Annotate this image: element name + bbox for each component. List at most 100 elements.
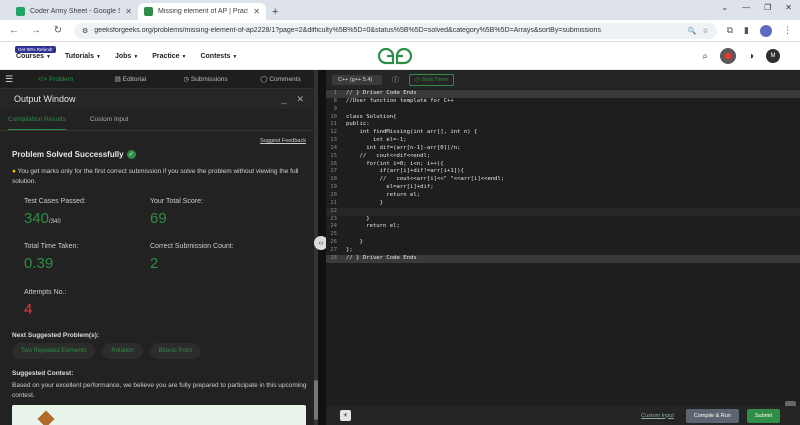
start-timer-button[interactable]: ◷ Start Timer — [409, 73, 455, 86]
close-icon[interactable]: ✕ — [296, 94, 304, 105]
code-line[interactable]: 28 // } Driver Code Ends — [326, 254, 800, 263]
suggest-feedback-link[interactable]: Suggest Feedback — [260, 138, 306, 144]
code-line[interactable]: 13 int el=-1; — [326, 137, 800, 145]
submit-button[interactable]: Submit — [746, 408, 780, 423]
toolbar-icons: ⧉ ▮ ⋮ — [727, 24, 792, 37]
code-line[interactable]: 20 return el; — [326, 192, 800, 200]
side-panel-icon[interactable]: ▮ — [744, 25, 749, 36]
code-line[interactable]: 12 int findMissing(int arr[], int n) { — [326, 129, 800, 137]
back-icon[interactable]: ← — [8, 25, 20, 36]
code-text: } — [346, 199, 384, 206]
custom-input-link[interactable]: Custom Input — [641, 413, 674, 419]
code-line[interactable]: 17 if(arr[i]+dif!=arr[i+1]){ — [326, 168, 800, 176]
window-controls: ⌄ — ❐ ✕ — [721, 3, 792, 12]
code-text: el=arr[i]+dif; — [346, 184, 434, 191]
code-line[interactable]: 27}; — [326, 247, 800, 255]
close-window-icon[interactable]: ✕ — [785, 3, 792, 12]
theme-toggle-icon[interactable]: ◑ — [748, 51, 754, 62]
code-line[interactable]: 19 el=arr[i]+dif; — [326, 184, 800, 192]
lightbulb-icon[interactable]: ☀ — [340, 410, 351, 421]
code-line[interactable]: 16 for(int i=0; i<n; i++){ — [326, 161, 800, 169]
browser-tab-sheet[interactable]: Coder Army Sheet - Google She ✕ — [10, 3, 138, 20]
browser-tab-problem[interactable]: Missing element of AP | Practic ✕ — [138, 3, 266, 20]
code-line[interactable]: 11 public: — [326, 121, 800, 129]
compile-run-button[interactable]: Compile & Run — [685, 408, 739, 423]
code-text: return el; — [346, 191, 421, 198]
score-label: Your Total Score: — [150, 198, 203, 205]
line-number: 25 — [330, 231, 337, 238]
menu-icon[interactable]: ⋮ — [783, 25, 792, 36]
forward-icon[interactable]: → — [30, 25, 42, 36]
suggested-problem-chip[interactable]: Rotation — [102, 343, 143, 359]
close-icon[interactable]: ✕ — [125, 7, 132, 16]
tab-custom-input[interactable]: Custom Input — [90, 116, 129, 123]
code-line[interactable]: 10 class Solution{ — [326, 114, 800, 122]
bookmark-star-icon[interactable]: ☆ — [702, 27, 708, 35]
line-number: 10 — [330, 113, 337, 120]
output-tabs: Compilation Results Custom Input — [0, 109, 318, 131]
tab-editorial[interactable]: ▤ Editorial — [93, 75, 168, 83]
fold-icon — [340, 106, 346, 114]
chevron-down-icon: ▼ — [232, 54, 238, 60]
suggested-problem-chip[interactable]: Two Repeated Elements — [12, 343, 96, 359]
minimize-icon[interactable]: — — [742, 3, 750, 12]
streak-badge-icon[interactable] — [719, 48, 736, 64]
tab-problem[interactable]: </> Problem — [18, 76, 93, 83]
line-number: 11 — [330, 121, 337, 128]
code-area[interactable]: 1 // } Driver Code Ends 8 //User function t… — [326, 90, 800, 263]
code-line[interactable]: 14 int dif=(arr[n-1]-arr[0])/n; — [326, 145, 800, 153]
menu-practice[interactable]: Practice ▼ — [152, 53, 186, 60]
code-line[interactable]: 18 // cout<<arr[i]<<" "<<arr[i]<<endl; — [326, 176, 800, 184]
maximize-icon[interactable]: ❐ — [764, 3, 771, 12]
suggested-problem-chip[interactable]: Bitonic Point — [149, 343, 202, 359]
line-number: 20 — [330, 191, 337, 198]
code-line[interactable]: 21 } — [326, 200, 800, 208]
line-number: 15 — [330, 152, 337, 159]
menu-tutorials[interactable]: Tutorials ▼ — [65, 53, 101, 60]
site-header: Get 90% Refund! Courses ▼ Tutorials ▼ Jobs… — [0, 42, 800, 70]
line-number: 8 — [333, 97, 337, 104]
search-icon[interactable]: ⌕ — [702, 51, 708, 62]
document-icon: ▤ — [114, 76, 123, 83]
new-tab-button[interactable]: + — [266, 6, 284, 20]
tab-submissions[interactable]: ◷ Submissions — [168, 75, 243, 83]
code-line[interactable]: 26 } — [326, 239, 800, 247]
tab-comments[interactable]: ◯ Comments — [243, 75, 318, 83]
code-line[interactable]: 23 } — [326, 216, 800, 224]
hamburger-icon[interactable]: ☰ — [0, 74, 18, 85]
close-icon[interactable]: ✕ — [253, 7, 260, 16]
gfg-logo-icon[interactable] — [376, 47, 414, 65]
info-icon[interactable]: ⓘ — [392, 75, 399, 85]
zoom-icon[interactable]: 🔍 — [688, 27, 697, 35]
reload-icon[interactable]: ↻ — [52, 25, 64, 36]
code-line[interactable]: 1 // } Driver Code Ends — [326, 90, 800, 98]
code-line[interactable]: 22 — [326, 207, 800, 216]
contest-card[interactable] — [12, 405, 306, 425]
profile-avatar[interactable] — [760, 24, 772, 37]
suggested-problems: Two Repeated Elements Rotation Bitonic P… — [12, 343, 202, 359]
code-line[interactable]: 24 return el; — [326, 223, 800, 231]
code-line[interactable]: 25 — [326, 231, 800, 239]
site-info-icon[interactable]: ⚙ — [82, 27, 88, 35]
browser-toolbar: ← → ↻ ⚙ geeksforgeeks.org/problems/missi… — [0, 20, 800, 42]
time-value: 0.39 — [24, 255, 54, 272]
user-avatar[interactable]: M — [766, 49, 780, 63]
code-line[interactable]: 9 — [326, 106, 800, 114]
language-select[interactable]: C++ (g++ 5.4) — [332, 74, 382, 85]
chevron-down-icon[interactable]: ⌄ — [721, 3, 728, 12]
tab-compilation-results[interactable]: Compilation Results — [8, 110, 66, 130]
refund-badge[interactable]: Get 90% Refund! — [15, 46, 56, 53]
minimize-icon[interactable]: _ — [281, 94, 286, 104]
code-text: public: — [346, 121, 370, 128]
code-line[interactable]: 15 // cout<<dif<<endl; — [326, 153, 800, 161]
code-text: // } Driver Code Ends — [346, 254, 417, 261]
address-bar[interactable]: ⚙ geeksforgeeks.org/problems/missing-ele… — [74, 22, 717, 39]
menu-contests[interactable]: Contests ▼ — [200, 53, 237, 60]
comment-icon: ◯ — [260, 76, 270, 83]
menu-courses[interactable]: Courses ▼ — [16, 53, 51, 60]
extensions-icon[interactable]: ⧉ — [727, 25, 733, 36]
line-number: 24 — [330, 223, 337, 230]
chevron-down-icon: ▼ — [133, 54, 139, 60]
menu-jobs[interactable]: Jobs ▼ — [115, 53, 138, 60]
code-line[interactable]: 8 //User function template for C++ — [326, 98, 800, 106]
